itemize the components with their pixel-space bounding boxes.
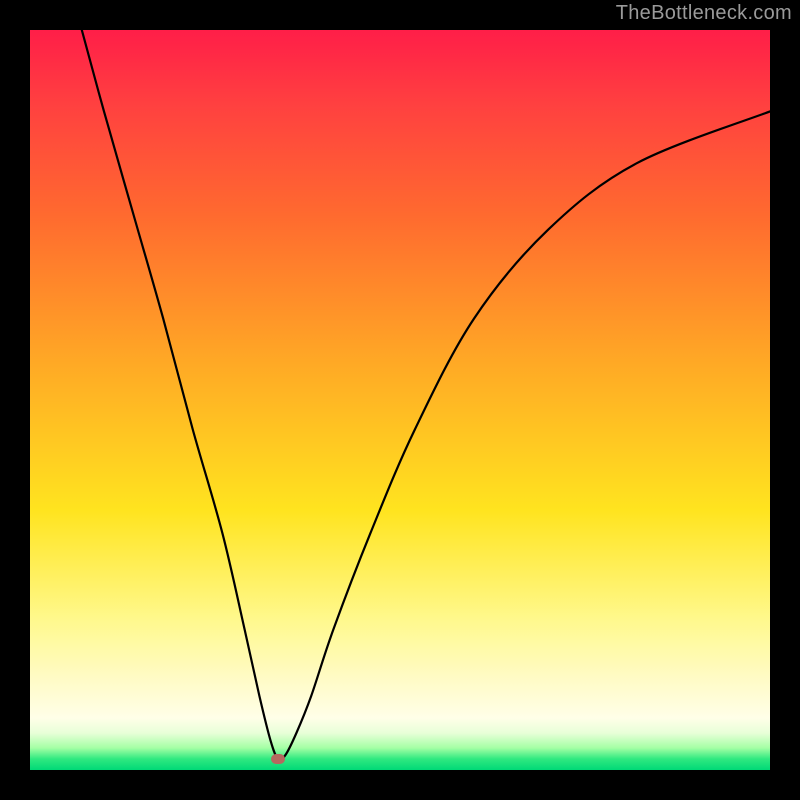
watermark-text: TheBottleneck.com <box>616 2 792 25</box>
bottleneck-curve <box>30 30 770 770</box>
bottleneck-minimum-marker <box>271 754 285 764</box>
plot-area <box>30 30 770 770</box>
chart-frame: TheBottleneck.com <box>0 0 800 800</box>
